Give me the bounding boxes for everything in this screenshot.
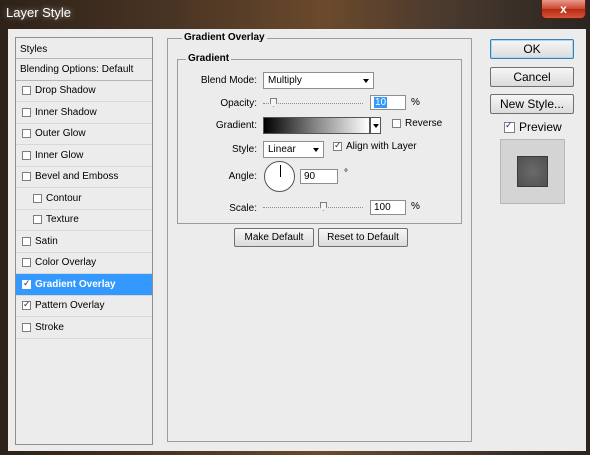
style-item-stroke[interactable]: Stroke bbox=[16, 317, 152, 339]
styles-header[interactable]: Styles bbox=[16, 38, 152, 59]
reverse-checkbox[interactable]: Reverse bbox=[392, 118, 442, 129]
reverse-label: Reverse bbox=[405, 118, 443, 129]
style-item-checkbox[interactable] bbox=[22, 107, 31, 117]
gradient-group: Gradient Blend Mode: Multiply Opacity: 1… bbox=[177, 53, 462, 224]
scale-value: 100 bbox=[374, 202, 391, 213]
blend-mode-label: Blend Mode: bbox=[200, 75, 257, 86]
style-item-gradient-overlay[interactable]: Gradient Overlay bbox=[16, 274, 152, 296]
opacity-input[interactable]: 10 bbox=[370, 95, 406, 110]
opacity-slider-thumb[interactable] bbox=[270, 98, 277, 107]
style-item-checkbox[interactable] bbox=[22, 236, 31, 246]
style-item-checkbox[interactable] bbox=[22, 129, 31, 139]
style-item-label: Inner Glow bbox=[35, 149, 84, 161]
close-button[interactable]: x bbox=[541, 0, 586, 19]
style-item-checkbox[interactable] bbox=[22, 172, 31, 182]
preview-checkbox[interactable]: Preview bbox=[504, 120, 562, 134]
scale-input[interactable]: 100 bbox=[370, 200, 406, 215]
style-item-label: Contour bbox=[46, 192, 82, 204]
align-checkbox-box[interactable] bbox=[333, 140, 342, 151]
opacity-slider-track[interactable] bbox=[263, 103, 363, 104]
style-dropdown[interactable]: Linear bbox=[263, 141, 324, 158]
style-item-checkbox[interactable] bbox=[22, 278, 31, 289]
style-item-label: Outer Glow bbox=[35, 128, 86, 140]
title-bar[interactable]: Layer Style x bbox=[0, 0, 590, 28]
style-item-color-overlay[interactable]: Color Overlay bbox=[16, 253, 152, 274]
opacity-label: Opacity: bbox=[220, 98, 257, 109]
style-item-bevel-and-emboss[interactable]: Bevel and Emboss bbox=[16, 167, 152, 188]
scale-slider-thumb[interactable] bbox=[320, 202, 327, 211]
style-item-contour[interactable]: Contour bbox=[16, 188, 152, 210]
gradient-swatch[interactable] bbox=[263, 117, 370, 134]
style-item-satin[interactable]: Satin bbox=[16, 231, 152, 253]
opacity-value: 10 bbox=[374, 97, 388, 108]
blending-options-label: Blending Options: Default bbox=[20, 63, 134, 75]
gradient-dropdown-button[interactable] bbox=[370, 117, 381, 134]
angle-needle bbox=[280, 165, 281, 177]
make-default-button[interactable]: Make Default bbox=[234, 228, 314, 247]
style-value: Linear bbox=[268, 144, 296, 155]
chevron-down-icon bbox=[313, 148, 319, 152]
style-item-label: Color Overlay bbox=[35, 257, 97, 269]
scale-slider-track[interactable] bbox=[263, 207, 363, 208]
group-title: Gradient bbox=[186, 53, 232, 64]
style-item-checkbox[interactable] bbox=[33, 215, 42, 225]
preview-checkbox-box[interactable] bbox=[504, 120, 515, 133]
angle-unit: ° bbox=[344, 168, 348, 179]
styles-list: Styles Blending Options: Default Drop Sh… bbox=[15, 37, 153, 445]
style-item-checkbox[interactable] bbox=[22, 299, 31, 311]
style-item-label: Inner Shadow bbox=[35, 106, 97, 118]
style-items: Drop Shadow Inner Shadow Outer Glow Inner G… bbox=[16, 81, 152, 339]
angle-input[interactable]: 90 bbox=[300, 169, 338, 184]
style-item-checkbox[interactable] bbox=[22, 150, 31, 160]
style-item-checkbox[interactable] bbox=[33, 193, 42, 203]
style-item-inner-shadow[interactable]: Inner Shadow bbox=[16, 102, 152, 124]
style-item-outer-glow[interactable]: Outer Glow bbox=[16, 124, 152, 145]
preview-swatch bbox=[517, 156, 548, 187]
angle-label: Angle: bbox=[228, 171, 257, 182]
angle-value: 90 bbox=[304, 171, 316, 182]
style-item-checkbox[interactable] bbox=[22, 86, 31, 96]
blending-options-item[interactable]: Blending Options: Default bbox=[16, 59, 152, 81]
style-item-label: Stroke bbox=[35, 321, 64, 333]
ok-button[interactable]: OK bbox=[490, 39, 574, 59]
align-with-layer-checkbox[interactable]: Align with Layer bbox=[333, 140, 417, 152]
reverse-checkbox-box[interactable] bbox=[392, 119, 401, 128]
style-item-label: Bevel and Emboss bbox=[35, 171, 119, 183]
style-item-label: Gradient Overlay bbox=[35, 278, 116, 290]
style-item-checkbox[interactable] bbox=[22, 258, 31, 268]
cancel-button[interactable]: Cancel bbox=[490, 67, 574, 87]
style-item-checkbox[interactable] bbox=[22, 322, 31, 332]
gradient-overlay-panel: Gradient Overlay Gradient Blend Mode: Mu… bbox=[167, 32, 472, 442]
style-item-label: Satin bbox=[35, 235, 58, 247]
style-item-texture[interactable]: Texture bbox=[16, 210, 152, 231]
panel-title: Gradient Overlay bbox=[182, 32, 267, 43]
dialog-body: Styles Blending Options: Default Drop Sh… bbox=[8, 29, 586, 451]
gradient-label: Gradient: bbox=[215, 120, 257, 131]
opacity-unit: % bbox=[411, 97, 420, 108]
scale-label: Scale: bbox=[229, 203, 257, 214]
new-style-button[interactable]: New Style... bbox=[490, 94, 574, 114]
blend-mode-value: Multiply bbox=[268, 75, 302, 86]
style-item-drop-shadow[interactable]: Drop Shadow bbox=[16, 81, 152, 102]
style-item-pattern-overlay[interactable]: Pattern Overlay bbox=[16, 296, 152, 317]
chevron-down-icon bbox=[363, 79, 369, 83]
angle-dial[interactable] bbox=[264, 161, 295, 192]
style-item-label: Pattern Overlay bbox=[35, 300, 105, 312]
preview-label: Preview bbox=[519, 120, 562, 134]
style-item-label: Texture bbox=[46, 214, 79, 226]
reset-to-default-button[interactable]: Reset to Default bbox=[318, 228, 408, 247]
style-item-inner-glow[interactable]: Inner Glow bbox=[16, 145, 152, 167]
blend-mode-dropdown[interactable]: Multiply bbox=[263, 72, 374, 89]
style-item-label: Drop Shadow bbox=[35, 85, 96, 97]
window-title: Layer Style bbox=[6, 5, 72, 20]
style-label: Style: bbox=[231, 144, 257, 155]
style-preview bbox=[500, 139, 565, 204]
align-with-layer-label: Align with Layer bbox=[346, 141, 417, 152]
layer-style-window: Layer Style x Styles Blending Options: D… bbox=[0, 0, 590, 455]
scale-unit: % bbox=[411, 201, 420, 212]
